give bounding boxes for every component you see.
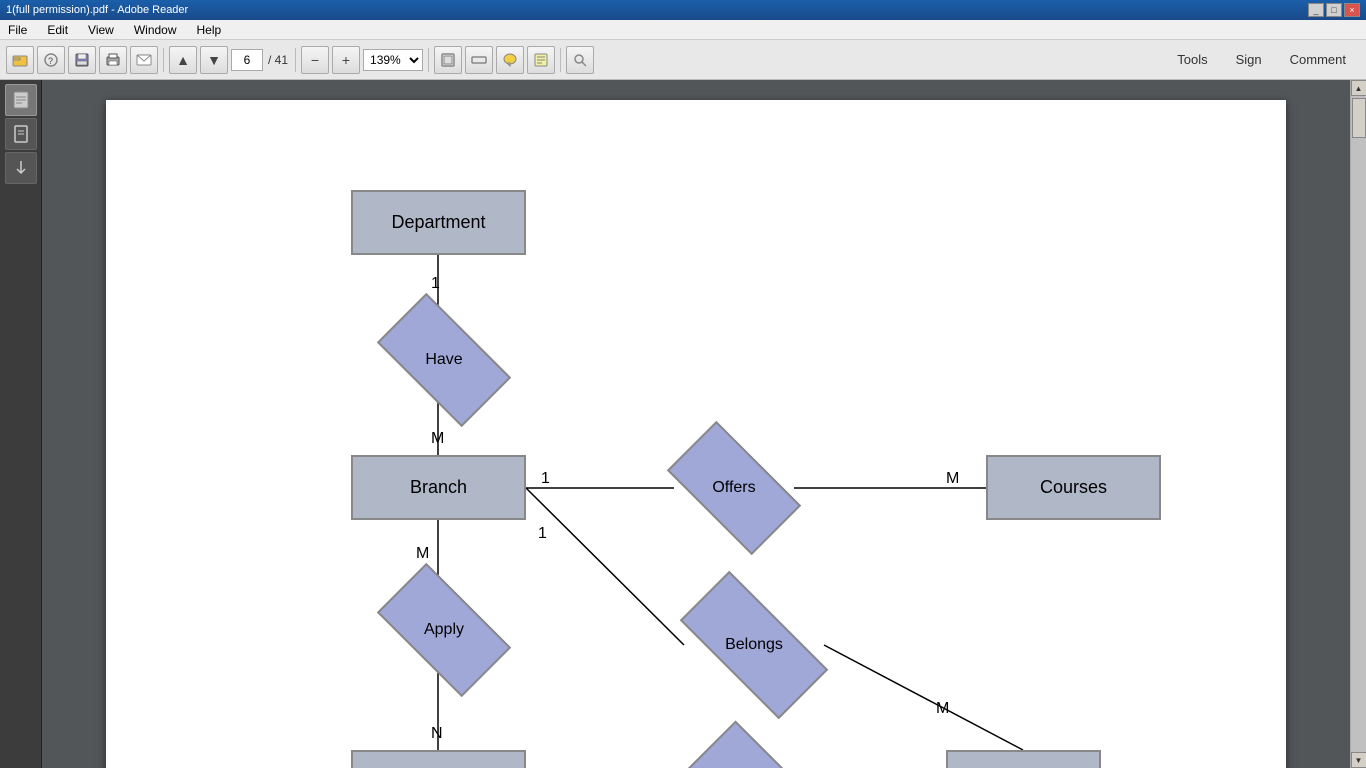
markup-button[interactable] <box>527 46 555 74</box>
label-apply-applicant-n: N <box>431 725 443 743</box>
scroll-thumb[interactable] <box>1352 98 1366 138</box>
page-number-input[interactable] <box>231 49 263 71</box>
svg-text:?: ? <box>48 56 53 66</box>
separator-1 <box>163 48 164 72</box>
label-belongs-student-m: M <box>936 700 949 718</box>
next-page-button[interactable]: ▼ <box>200 46 228 74</box>
separator-2 <box>295 48 296 72</box>
comment-panel-button[interactable]: Comment <box>1276 48 1360 71</box>
menu-help[interactable]: Help <box>193 21 226 39</box>
find-button[interactable] <box>566 46 594 74</box>
menu-window[interactable]: Window <box>130 21 181 39</box>
comment-button[interactable] <box>496 46 524 74</box>
relationship-apply: Apply <box>384 595 504 665</box>
tools-button[interactable]: Tools <box>1163 48 1221 71</box>
menu-edit[interactable]: Edit <box>43 21 72 39</box>
pdf-content[interactable]: Department Have Branch Offers Courses <box>42 80 1350 768</box>
sidebar-page-view[interactable] <box>5 84 37 116</box>
entity-applicant: Applicant <box>351 750 526 768</box>
browse-button[interactable]: ? <box>37 46 65 74</box>
sign-button[interactable]: Sign <box>1222 48 1276 71</box>
separator-3 <box>428 48 429 72</box>
scroll-up-button[interactable]: ▲ <box>1351 80 1366 96</box>
print-button[interactable] <box>99 46 127 74</box>
sidebar-bookmarks[interactable] <box>5 118 37 150</box>
prev-page-button[interactable]: ▲ <box>169 46 197 74</box>
zoom-out-button[interactable]: − <box>301 46 329 74</box>
zoom-in-button[interactable]: + <box>332 46 360 74</box>
scroll-down-button[interactable]: ▼ <box>1351 752 1366 768</box>
entity-branch: Branch <box>351 455 526 520</box>
label-branch-belongs-1: 1 <box>538 525 547 543</box>
open-button[interactable] <box>6 46 34 74</box>
label-offers-courses-m: M <box>946 470 959 488</box>
minimize-button[interactable]: _ <box>1308 3 1324 17</box>
scrollbar-vertical[interactable]: ▲ ▼ <box>1350 80 1366 768</box>
separator-4 <box>560 48 561 72</box>
title-bar: 1(full permission).pdf - Adobe Reader _ … <box>0 0 1366 20</box>
menu-view[interactable]: View <box>84 21 118 39</box>
menu-file[interactable]: File <box>4 21 31 39</box>
zoom-select[interactable]: 139% 100% 75% 50% <box>363 49 423 71</box>
fit-width-button[interactable] <box>465 46 493 74</box>
title-bar-text: 1(full permission).pdf - Adobe Reader <box>6 4 188 16</box>
menu-bar: File Edit View Window Help <box>0 20 1366 40</box>
close-button[interactable]: × <box>1344 3 1360 17</box>
pdf-page: Department Have Branch Offers Courses <box>106 100 1286 768</box>
label-branch-apply-m: M <box>416 545 429 563</box>
label-branch-offers-1: 1 <box>541 470 550 488</box>
entity-courses: Courses <box>986 455 1161 520</box>
toolbar-right: Tools Sign Comment <box>1163 48 1360 71</box>
relationship-selected: Selected <box>691 760 831 768</box>
toolbar: ? ▲ ▼ / 41 − + 139% 100% 75% 50% Tools S… <box>0 40 1366 80</box>
entity-department: Department <box>351 190 526 255</box>
restore-button[interactable]: □ <box>1326 3 1342 17</box>
save-button[interactable] <box>68 46 96 74</box>
page-total: / 41 <box>268 53 288 67</box>
fit-page-button[interactable] <box>434 46 462 74</box>
email-button[interactable] <box>130 46 158 74</box>
main-area: Department Have Branch Offers Courses <box>0 80 1366 768</box>
relationship-offers: Offers <box>674 453 794 523</box>
relationship-belongs: Belongs <box>684 610 824 680</box>
sidebar-attachments[interactable] <box>5 152 37 184</box>
title-bar-controls[interactable]: _ □ × <box>1308 3 1360 17</box>
label-dept-have-1: 1 <box>431 275 440 293</box>
entity-student: Student <box>946 750 1101 768</box>
relationship-have: Have <box>384 325 504 395</box>
label-have-branch-m: M <box>431 430 444 448</box>
left-sidebar <box>0 80 42 768</box>
